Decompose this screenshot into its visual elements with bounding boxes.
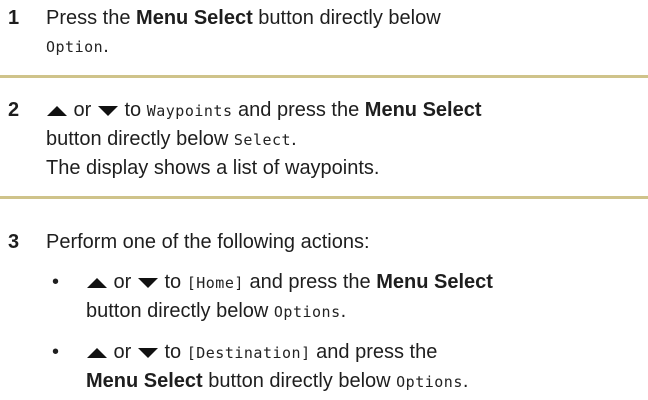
text: button directly below — [46, 128, 234, 150]
text: and press the — [310, 341, 438, 363]
text: button directly below — [202, 370, 397, 392]
text: to — [158, 271, 187, 293]
bullet-icon: • — [52, 341, 60, 363]
step-3-text: Perform one of the following actions: — [46, 231, 370, 253]
text: or — [108, 271, 137, 293]
text: . — [103, 35, 109, 57]
step-1: 1 Press the Menu Select button directly … — [0, 4, 648, 61]
lcd-waypoints-label: Waypoints — [146, 102, 233, 120]
lcd-select-label: Select — [233, 131, 292, 149]
text: . — [340, 300, 347, 322]
step-1-text: Press the Menu Select button directly be… — [46, 4, 648, 61]
up-arrow-icon — [87, 347, 107, 358]
step-2: 2 or to Waypoints and press the Menu Sel… — [0, 96, 648, 182]
list-item: • or to [Destination] and press the Menu… — [40, 338, 648, 396]
text: Press the — [46, 7, 137, 29]
down-arrow-icon — [137, 347, 158, 358]
step-2-text: or to Waypoints and press the Menu Selec… — [46, 96, 648, 182]
menu-select-label: Menu Select — [364, 99, 482, 121]
menu-select-label: Menu Select — [376, 271, 493, 293]
lcd-options-label: Options — [396, 373, 463, 391]
text: . — [291, 128, 297, 150]
step-number: 2 — [8, 99, 20, 121]
step-number: 3 — [8, 231, 20, 253]
step-number: 1 — [8, 7, 20, 29]
lcd-home-label: [Home] — [186, 274, 244, 292]
text: button directly below — [86, 300, 274, 322]
text: or — [68, 99, 97, 121]
text: and press the — [243, 271, 377, 293]
lcd-option-label: Option — [46, 38, 104, 56]
lcd-destination-label: [Destination] — [186, 344, 311, 362]
text: to — [118, 99, 147, 121]
down-arrow-icon — [97, 105, 118, 116]
text: to — [158, 341, 187, 363]
lcd-options-label: Options — [273, 303, 341, 321]
separator — [0, 75, 648, 78]
list-item: • or to [Home] and press the Menu Select… — [40, 268, 648, 326]
text: or — [108, 341, 137, 363]
menu-select-label: Menu Select — [136, 7, 253, 29]
step-result: The display shows a list of waypoints. — [46, 157, 380, 179]
menu-select-label: Menu Select — [86, 370, 203, 392]
up-arrow-icon — [47, 105, 67, 116]
step-3: 3 Perform one of the following actions: — [0, 228, 648, 256]
bullet-icon: • — [52, 271, 60, 293]
down-arrow-icon — [137, 277, 158, 288]
separator — [0, 196, 648, 199]
text: and press the — [232, 99, 365, 121]
text: . — [462, 370, 469, 392]
text: button directly below — [252, 7, 441, 29]
up-arrow-icon — [87, 277, 107, 288]
